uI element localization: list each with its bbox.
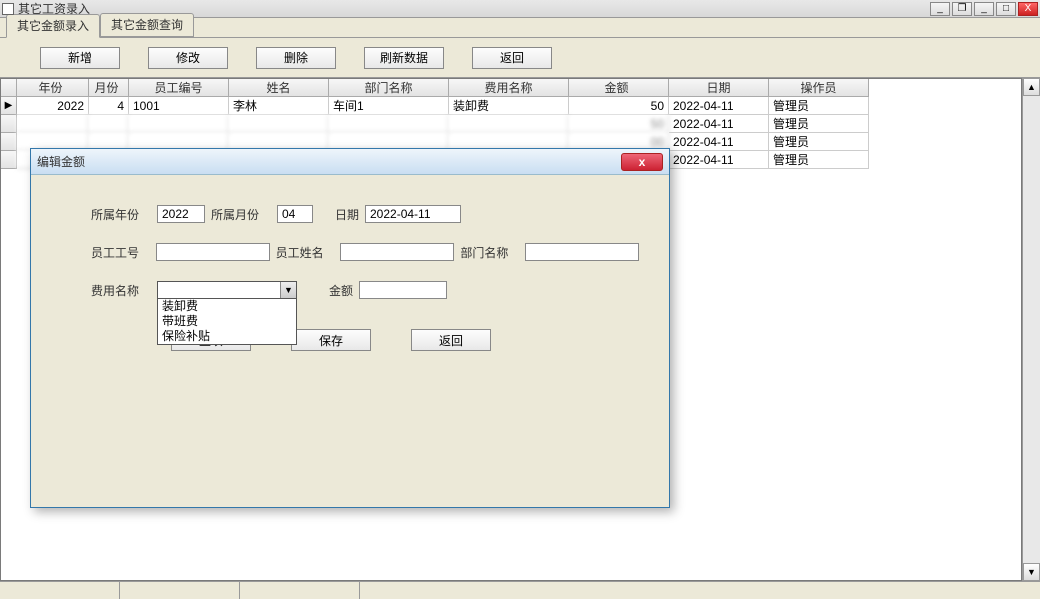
edit-button[interactable]: 修改 (148, 47, 228, 69)
chevron-down-icon[interactable]: ▼ (280, 282, 296, 298)
fee-name-dropdown[interactable]: 装卸费带班费保险补贴 (157, 299, 297, 345)
close-button[interactable]: X (1018, 2, 1038, 16)
edit-amount-dialog: 编辑金额 x 所属年份 所属月份 日期 员工工号 员工姓名 部门名称 费用名称 … (30, 148, 670, 508)
label-date: 日期 (319, 206, 359, 223)
dialog-titlebar[interactable]: 编辑金额 x (31, 149, 669, 175)
dialog-back-button[interactable]: 返回 (411, 329, 491, 351)
minimize-button-2[interactable]: _ (974, 2, 994, 16)
dialog-title: 编辑金额 (37, 153, 85, 170)
add-button[interactable]: 新增 (40, 47, 120, 69)
table-row[interactable]: 502022-04-11管理员 (1, 115, 1021, 133)
label-emp-name: 员工姓名 (276, 244, 335, 261)
label-fee-name: 费用名称 (91, 282, 151, 299)
emp-name-input[interactable] (340, 243, 454, 261)
delete-button[interactable]: 删除 (256, 47, 336, 69)
col-year[interactable]: 年份 (17, 79, 89, 97)
scroll-up-icon[interactable]: ▲ (1023, 78, 1040, 96)
refresh-button[interactable]: 刷新数据 (364, 47, 444, 69)
label-month: 所属月份 (211, 206, 271, 223)
fee-name-value (158, 282, 280, 298)
back-button[interactable]: 返回 (472, 47, 552, 69)
toolbar: 新增 修改 删除 刷新数据 返回 (0, 38, 1040, 78)
emp-no-input[interactable] (156, 243, 270, 261)
date-input[interactable] (365, 205, 461, 223)
tabs: 其它金额录入 其它金额查询 (0, 18, 1040, 38)
label-dept: 部门名称 (460, 244, 519, 261)
label-year: 所属年份 (91, 206, 151, 223)
restore-button[interactable]: ❐ (952, 2, 972, 16)
col-emp-no[interactable]: 员工编号 (129, 79, 229, 97)
year-input[interactable] (157, 205, 205, 223)
minimize-button[interactable]: _ (930, 2, 950, 16)
dialog-close-button[interactable]: x (621, 153, 663, 171)
fee-option[interactable]: 带班费 (158, 314, 296, 329)
scroll-down-icon[interactable]: ▼ (1023, 563, 1040, 581)
fee-option[interactable]: 保险补贴 (158, 329, 296, 344)
col-month[interactable]: 月份 (89, 79, 129, 97)
status-bar (0, 581, 1040, 599)
dept-input[interactable] (525, 243, 639, 261)
month-input[interactable] (277, 205, 313, 223)
col-dept[interactable]: 部门名称 (329, 79, 449, 97)
table-row[interactable]: ▶202241001李林车间1装卸费502022-04-11管理员 (1, 97, 1021, 115)
fee-name-combo[interactable]: ▼ (157, 281, 297, 299)
vertical-scrollbar[interactable]: ▲ ▼ (1022, 78, 1040, 581)
col-amount[interactable]: 金额 (569, 79, 669, 97)
label-amount: 金额 (303, 282, 353, 299)
save-button[interactable]: 保存 (291, 329, 371, 351)
label-emp-no: 员工工号 (91, 244, 150, 261)
tab-query[interactable]: 其它金额查询 (100, 13, 194, 37)
fee-option[interactable]: 装卸费 (158, 299, 296, 314)
tab-entry[interactable]: 其它金额录入 (6, 14, 100, 38)
col-fee[interactable]: 费用名称 (449, 79, 569, 97)
col-name[interactable]: 姓名 (229, 79, 329, 97)
maximize-button[interactable]: □ (996, 2, 1016, 16)
amount-input[interactable] (359, 281, 447, 299)
col-date[interactable]: 日期 (669, 79, 769, 97)
col-operator[interactable]: 操作员 (769, 79, 869, 97)
doc-icon (2, 3, 14, 15)
grid-header: 年份 月份 员工编号 姓名 部门名称 费用名称 金额 日期 操作员 (1, 79, 1021, 97)
